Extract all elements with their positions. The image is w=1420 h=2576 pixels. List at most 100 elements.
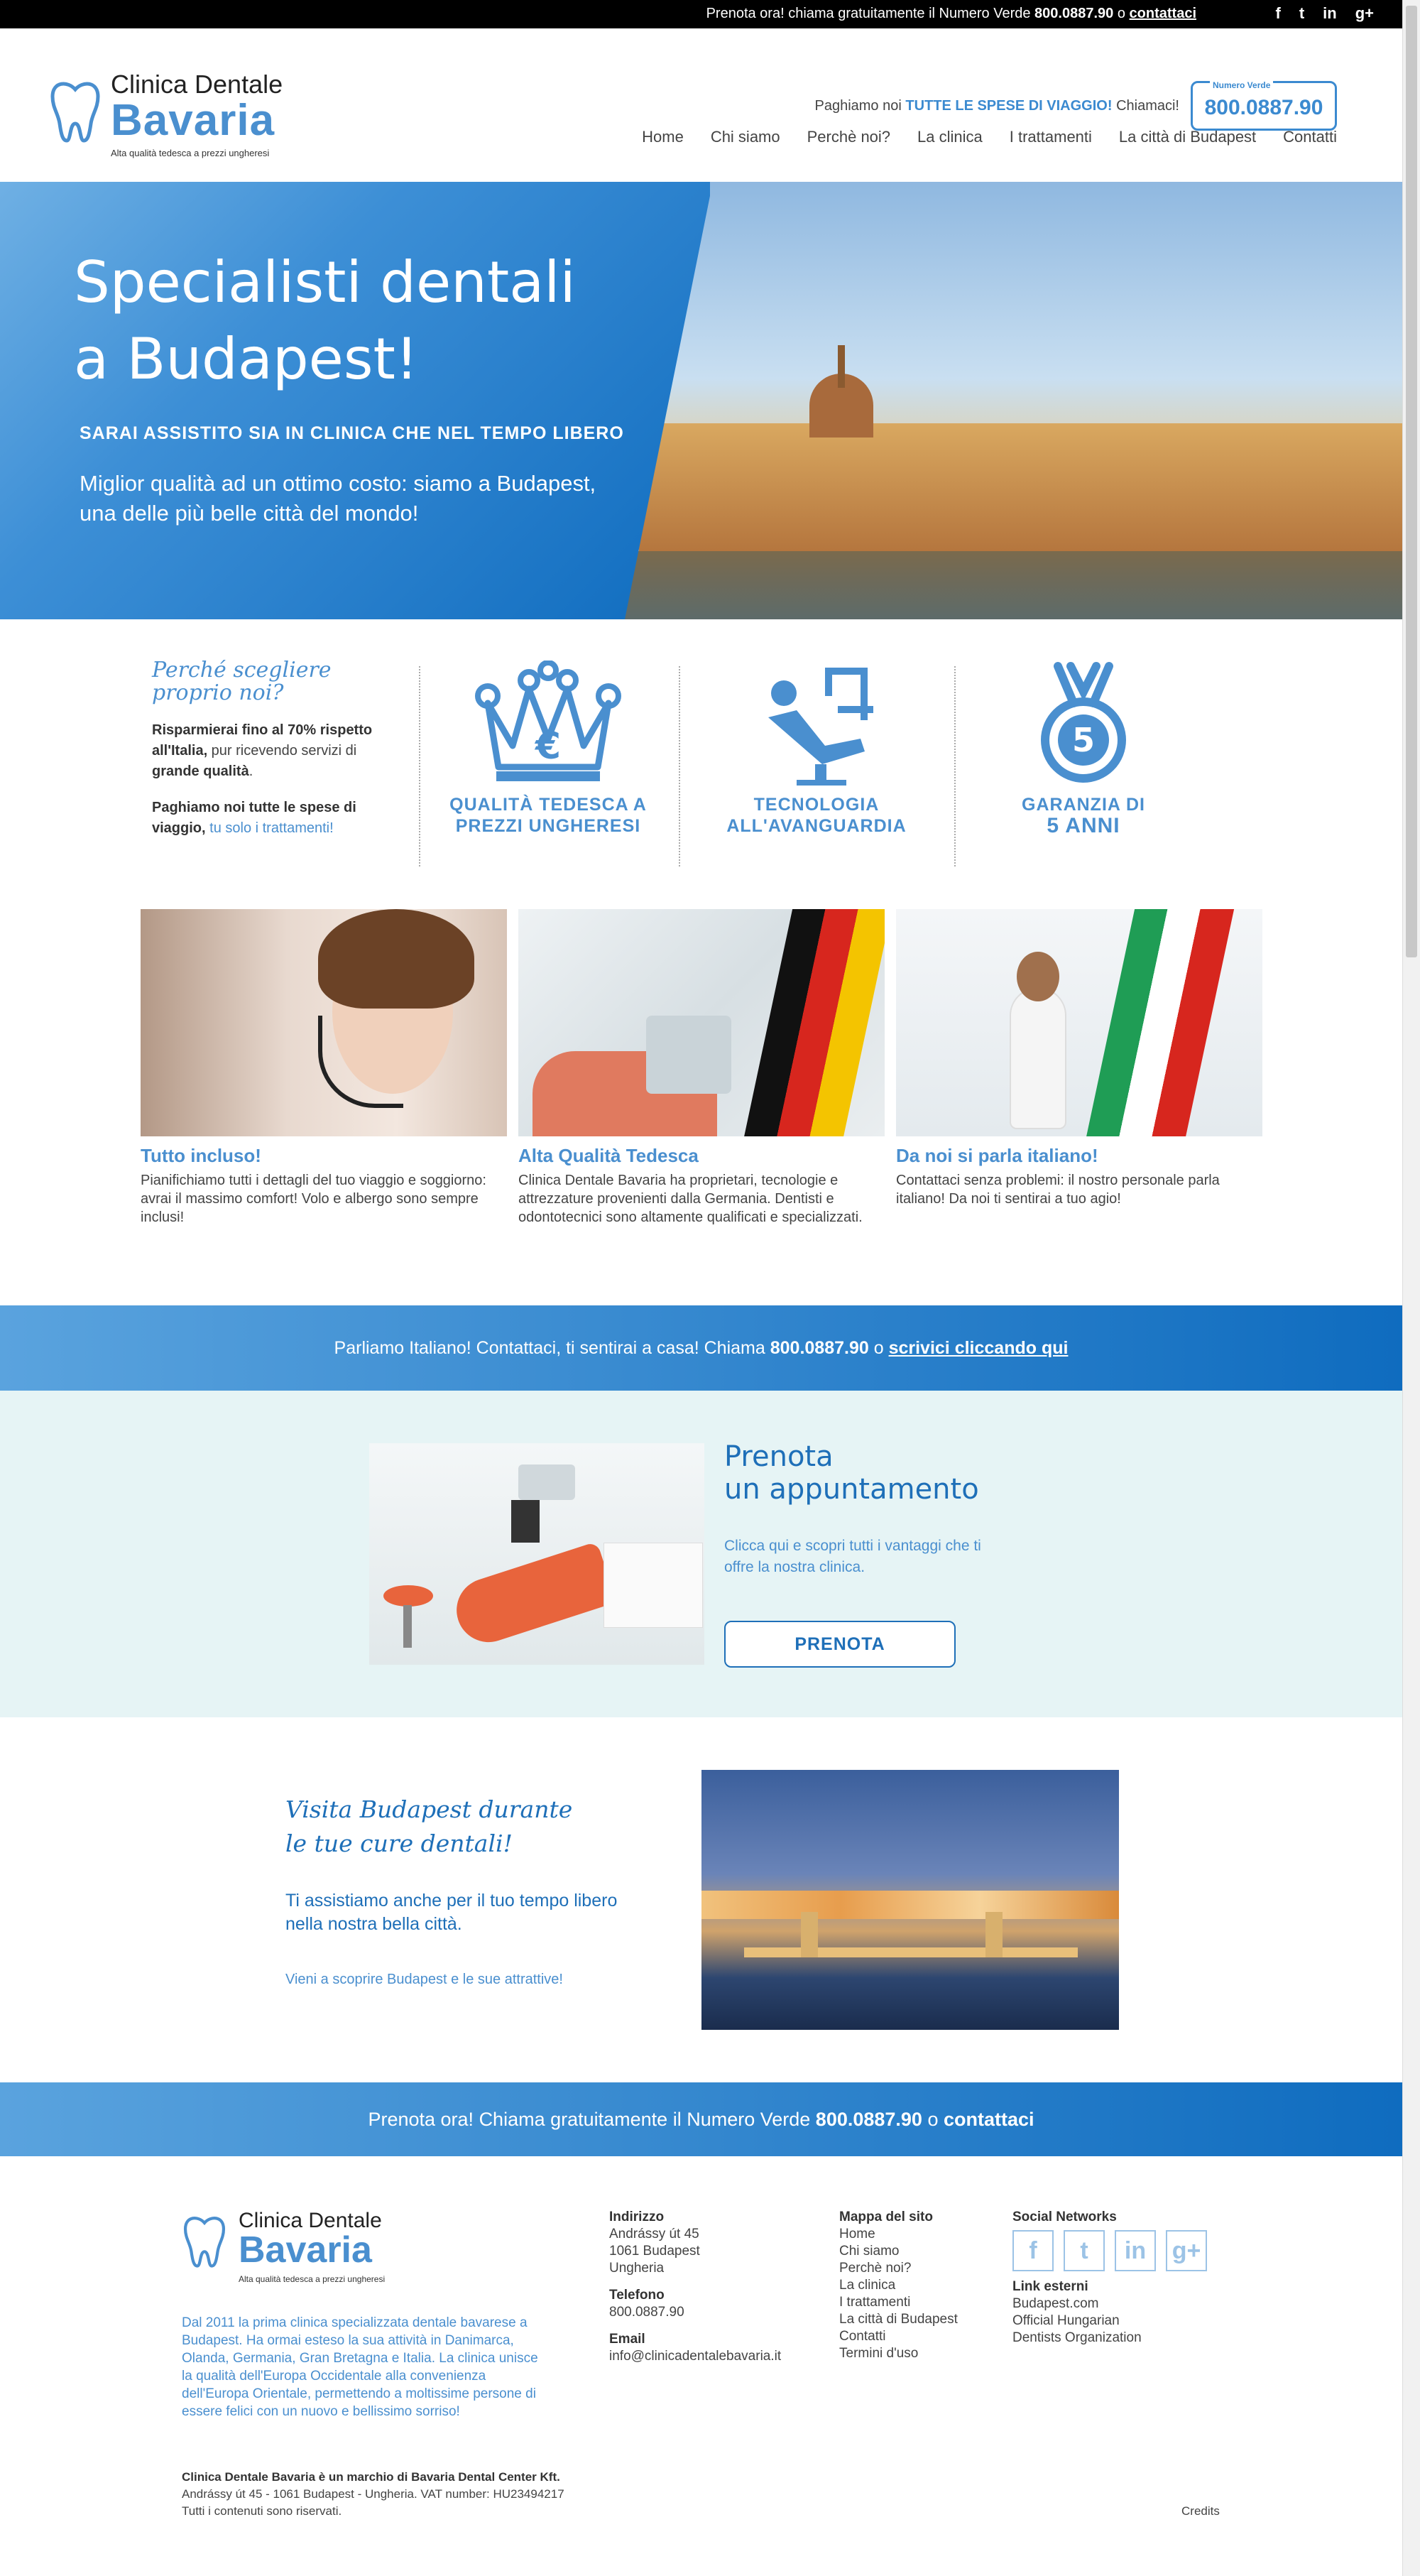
medal-five-icon: 5 xyxy=(1041,662,1126,783)
facebook-icon[interactable]: f xyxy=(1012,2230,1054,2271)
contact-band-phone: 800.0887.90 xyxy=(770,1338,869,1358)
sitemap-link[interactable]: Perchè noi? xyxy=(839,2260,958,2277)
header-tagline: Paghiamo noi TUTTE LE SPESE DI VIAGGIO! … xyxy=(814,98,1179,114)
external-link[interactable]: Budapest.com xyxy=(1012,2295,1207,2313)
nav-contatti[interactable]: Contatti xyxy=(1283,128,1337,146)
nav-chi-siamo[interactable]: Chi siamo xyxy=(711,128,780,146)
appointment-title-line1: Prenota xyxy=(724,1440,834,1473)
scrollbar-thumb[interactable] xyxy=(1406,6,1417,957)
bridge-tower-left xyxy=(801,1912,818,1957)
googleplus-icon[interactable]: g+ xyxy=(1166,2230,1207,2271)
tooth-icon xyxy=(50,82,100,143)
nav-perche-noi[interactable]: Perchè noi? xyxy=(807,128,890,146)
footer-email[interactable]: info@clinicadentalebavaria.it xyxy=(609,2348,781,2365)
feature-guarantee-line1: GARANZIA DI xyxy=(1022,795,1145,815)
external-link[interactable]: Official Hungarian xyxy=(1012,2313,1207,2330)
external-link[interactable]: Dentists Organization xyxy=(1012,2330,1207,2347)
external-links-title: Link esterni xyxy=(1012,2279,1088,2294)
contact-band-text: Parliamo Italiano! Contattaci, ti sentir… xyxy=(334,1338,770,1358)
staff-head xyxy=(1017,952,1059,1001)
page-scrollbar[interactable] xyxy=(1402,0,1420,2576)
footer-social-col: Social Networks f t in g+ Link esterni B… xyxy=(1012,2209,1207,2347)
contact-band-link[interactable]: scrivici cliccando qui xyxy=(889,1338,1069,1358)
credits-link[interactable]: Credits xyxy=(1181,2504,1220,2518)
danube-water xyxy=(618,551,1402,619)
svg-text:5: 5 xyxy=(1072,721,1095,759)
card-all-inclusive[interactable]: Tutto incluso! Pianifichiamo tutti i det… xyxy=(141,909,507,1227)
sitemap-link[interactable]: Contatti xyxy=(839,2328,958,2345)
dental-chair xyxy=(448,1541,617,1651)
feature-quality: € QUALITÀ TEDESCA A PREZZI UNGHERESI xyxy=(442,661,655,837)
hero-banner: Specialisti dentali a Budapest! SARAI ASS… xyxy=(0,182,1402,619)
twitter-icon[interactable]: t xyxy=(1299,4,1304,23)
phone-label: Numero Verde xyxy=(1210,80,1274,90)
hero-subtitle: SARAI ASSISTITO SIA IN CLINICA CHE NEL T… xyxy=(80,423,624,443)
card-italian-spoken[interactable]: Da noi si parla italiano! Contattaci sen… xyxy=(896,909,1262,1208)
footer-logo-line2: Bavaria xyxy=(239,2229,372,2271)
linkedin-icon[interactable]: in xyxy=(1323,4,1337,23)
appointment-section: Prenota un appuntamento Clicca qui e scop… xyxy=(0,1391,1402,1717)
nav-trattamenti[interactable]: I trattamenti xyxy=(1010,128,1092,146)
card-german-quality[interactable]: Alta Qualità Tedesca Clinica Dentale Bav… xyxy=(518,909,885,1227)
top-bar-contact-link[interactable]: contattaci xyxy=(1130,6,1196,21)
phone-title: Telefono xyxy=(609,2288,665,2303)
feature-guarantee: 5 GARANZIA DI 5 ANNI xyxy=(977,661,1190,837)
footer-contact-col: Indirizzo Andrássy út 45 1061 Budapest U… xyxy=(609,2209,781,2365)
staff-person xyxy=(1010,987,1066,1129)
cabinet xyxy=(604,1543,703,1628)
feature-technology-line2: ALL'AVANGUARDIA xyxy=(726,816,907,836)
site-logo[interactable]: Clinica Dentale Bavaria Alta qualità ted… xyxy=(48,70,290,183)
visit-title-line1: Visita Budapest durante xyxy=(285,1795,573,1823)
googleplus-icon[interactable]: g+ xyxy=(1355,4,1374,23)
bridge-tower-right xyxy=(985,1912,1003,1957)
header-tagline-bold: TUTTE LE SPESE DI VIAGGIO! xyxy=(905,97,1113,114)
facebook-icon[interactable]: f xyxy=(1275,4,1280,23)
phone-box[interactable]: Numero Verde 800.0887.90 xyxy=(1191,80,1337,131)
hero-desc-line1: Miglior qualità ad un ottimo costo: siam… xyxy=(80,471,596,496)
sitemap-link[interactable]: La città di Budapest xyxy=(839,2311,958,2328)
sitemap-link[interactable]: Chi siamo xyxy=(839,2243,958,2260)
feature-guarantee-caption: GARANZIA DI 5 ANNI xyxy=(977,794,1190,837)
legal-trademark: Clinica Dentale Bavaria è un marchio di … xyxy=(182,2470,560,2484)
footer-sitemap-col: Mappa del sito Home Chi siamo Perchè noi… xyxy=(839,2209,958,2362)
address-title: Indirizzo xyxy=(609,2210,665,2224)
feature-guarantee-line2: 5 ANNI xyxy=(1047,814,1120,837)
clinic-room-photo xyxy=(369,1443,704,1665)
sitemap-link[interactable]: Home xyxy=(839,2226,958,2243)
top-bar-text: Prenota ora! chiama gratuitamente il Num… xyxy=(706,6,1035,21)
sitemap-link[interactable]: I trattamenti xyxy=(839,2294,958,2311)
top-bar: Prenota ora! chiama gratuitamente il Num… xyxy=(0,0,1402,28)
sitemap-link[interactable]: La clinica xyxy=(839,2277,958,2294)
divider xyxy=(419,666,420,866)
visit-link[interactable]: Vieni a scoprire Budapest e le sue attra… xyxy=(285,1972,563,1988)
dental-chair-icon xyxy=(768,668,873,786)
nav-citta-budapest[interactable]: La città di Budapest xyxy=(1119,128,1256,146)
booking-band-link[interactable]: contattaci xyxy=(944,2109,1034,2130)
linkedin-icon[interactable]: in xyxy=(1115,2230,1156,2271)
footer-logo[interactable]: Clinica Dentale Bavaria Alta qualità ted… xyxy=(182,2209,395,2287)
nav-la-clinica[interactable]: La clinica xyxy=(917,128,983,146)
feature-quality-line2: PREZZI UNGHERESI xyxy=(455,816,641,836)
footer-phone[interactable]: 800.0887.90 xyxy=(609,2304,781,2321)
why-savings-end: . xyxy=(248,763,253,779)
stool-seat xyxy=(383,1585,433,1607)
italian-flag-stripes xyxy=(1080,909,1238,1136)
twitter-icon[interactable]: t xyxy=(1064,2230,1105,2271)
prenota-button[interactable]: PRENOTA xyxy=(724,1621,956,1668)
legal-address: Andrássy út 45 - 1061 Budapest - Ungheri… xyxy=(182,2487,564,2501)
card-text: Clinica Dentale Bavaria ha proprietari, … xyxy=(518,1173,863,1225)
logo-line2: Bavaria xyxy=(111,96,275,145)
visit-title-line2: le tue cure dentali! xyxy=(285,1830,513,1857)
nav-home[interactable]: Home xyxy=(642,128,684,146)
booking-band-or: o xyxy=(922,2109,944,2130)
hero-title-line2: a Budapest! xyxy=(74,326,418,392)
main-nav: Home Chi siamo Perchè noi? La clinica I … xyxy=(642,128,1337,146)
top-bar-or: o xyxy=(1113,6,1130,21)
header-tagline-post: Chiamaci! xyxy=(1112,97,1179,114)
parliament-spire xyxy=(838,345,845,388)
sitemap-link[interactable]: Termini d'uso xyxy=(839,2345,958,2362)
tooth-icon xyxy=(183,2217,226,2268)
feature-technology-line1: TECNOLOGIA xyxy=(753,795,880,815)
monitor xyxy=(511,1500,540,1543)
